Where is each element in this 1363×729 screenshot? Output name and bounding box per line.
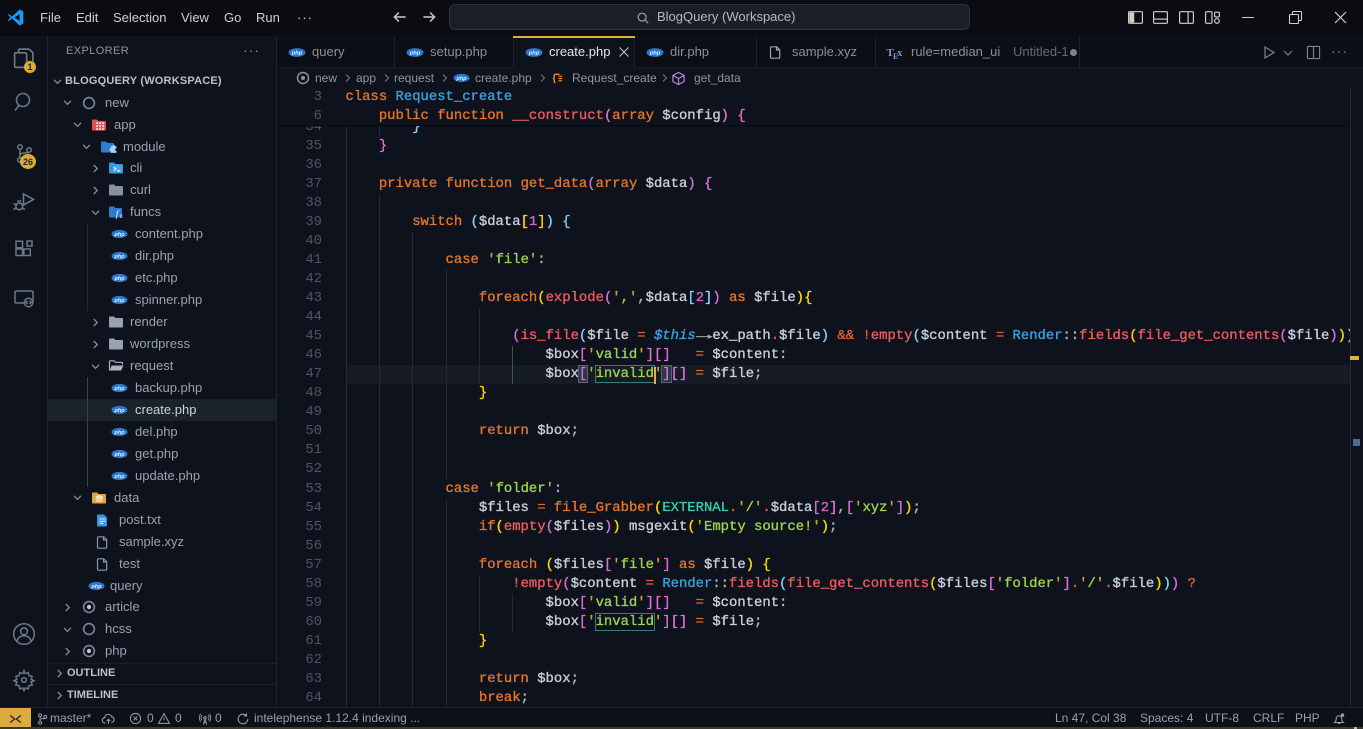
svg-text:php: php (456, 76, 468, 82)
svg-text:php: php (91, 584, 103, 590)
svg-text:php: php (114, 232, 126, 238)
svg-text:x: x (120, 215, 123, 220)
svg-text:php: php (649, 51, 661, 57)
svg-text:php: php (528, 51, 540, 57)
svg-text:x: x (897, 48, 902, 59)
svg-text:php: php (114, 452, 126, 458)
svg-text:php: php (409, 51, 421, 57)
svg-text:php: php (114, 276, 126, 282)
svg-text:php: php (114, 254, 126, 260)
svg-text:php: php (114, 386, 126, 392)
svg-text:php: php (114, 474, 126, 480)
svg-text:php: php (114, 430, 126, 436)
svg-text:php: php (114, 408, 126, 414)
svg-text:php: php (291, 51, 303, 57)
svg-text:php: php (114, 298, 126, 304)
